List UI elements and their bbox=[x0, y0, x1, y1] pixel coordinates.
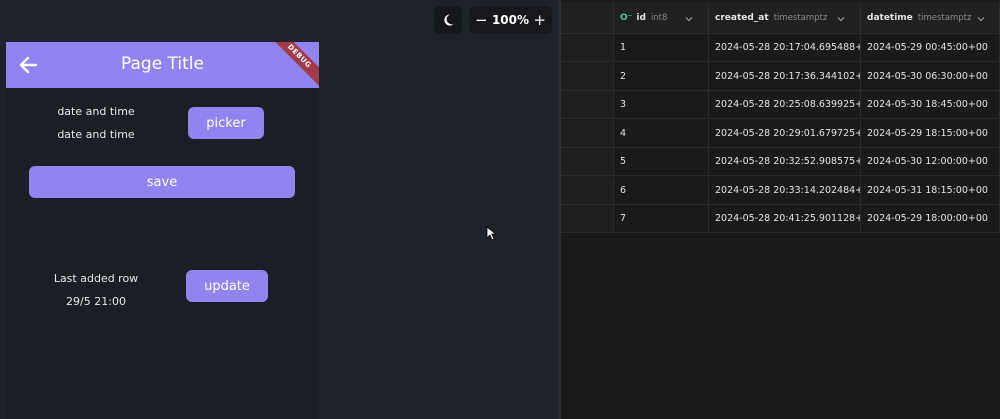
table-row[interactable]: 7 2024-05-28 20:41:25.901128+00 2024-05-29… bbox=[561, 205, 1000, 233]
last-added-value: 29/5 21:00 bbox=[66, 295, 126, 308]
save-button[interactable]: save bbox=[29, 166, 295, 198]
key-icon: O⁻ bbox=[620, 12, 633, 23]
column-header-id[interactable]: O⁻ id int8 bbox=[614, 2, 709, 34]
date-time-label-1: date and time bbox=[57, 105, 135, 118]
row-select-cell[interactable] bbox=[561, 62, 614, 91]
chevron-down-icon[interactable] bbox=[977, 15, 985, 23]
mouse-cursor-icon bbox=[486, 226, 497, 241]
table-cell[interactable]: 2024-05-29 18:15:00+00 bbox=[861, 119, 1000, 148]
zoom-level: 100% bbox=[491, 13, 530, 27]
table-cell[interactable]: 2024-05-28 20:17:04.695488+00 bbox=[709, 34, 861, 62]
table-cell[interactable]: 2024-05-28 20:33:14.202484+00 bbox=[709, 176, 861, 205]
row-select-header[interactable] bbox=[561, 2, 614, 34]
table-cell[interactable]: 2024-05-28 20:29:01.679725+00 bbox=[709, 119, 861, 148]
picker-button[interactable]: picker bbox=[188, 107, 264, 139]
app-preview: Page Title DEBUG date and time date and … bbox=[6, 42, 319, 419]
row-select-cell[interactable] bbox=[561, 176, 614, 205]
table-cell[interactable]: 2024-05-30 06:30:00+00 bbox=[861, 62, 1000, 91]
row-select-cell[interactable] bbox=[561, 91, 614, 119]
update-button[interactable]: update bbox=[186, 270, 268, 302]
zoom-in-button[interactable]: + bbox=[533, 11, 546, 29]
table-editor: O⁻ id int8 created_at timestamptz dateti… bbox=[561, 0, 1000, 419]
table-cell[interactable]: 7 bbox=[614, 205, 709, 233]
table-cell[interactable]: 2024-05-28 20:41:25.901128+00 bbox=[709, 205, 861, 233]
chevron-down-icon[interactable] bbox=[685, 15, 693, 23]
page-title: Page Title bbox=[121, 54, 204, 74]
date-time-label-2: date and time bbox=[57, 128, 135, 141]
zoom-out-button[interactable]: − bbox=[475, 11, 488, 29]
preview-canvas: − 100% + Page Title DEBUG date and time … bbox=[0, 0, 558, 419]
table-cell[interactable]: 6 bbox=[614, 176, 709, 205]
table-cell[interactable]: 4 bbox=[614, 119, 709, 148]
app-bar: Page Title DEBUG bbox=[6, 42, 319, 88]
table-cell[interactable]: 2024-05-31 18:15:00+00 bbox=[861, 176, 1000, 205]
table-cell[interactable]: 2024-05-29 18:00:00+00 bbox=[861, 205, 1000, 233]
zoom-control: − 100% + bbox=[469, 6, 552, 34]
table-row[interactable]: 6 2024-05-28 20:33:14.202484+00 2024-05-31… bbox=[561, 176, 1000, 205]
row-select-cell[interactable] bbox=[561, 34, 614, 62]
table-cell[interactable]: 2024-05-28 20:25:08.639925+00 bbox=[709, 91, 861, 119]
table-row[interactable]: 3 2024-05-28 20:25:08.639925+00 2024-05-30… bbox=[561, 91, 1000, 119]
table-cell[interactable]: 2024-05-28 20:17:36.344102+00 bbox=[709, 62, 861, 91]
last-added-label: Last added row bbox=[53, 272, 139, 285]
table-cell[interactable]: 2024-05-28 20:32:52.908575+00 bbox=[709, 148, 861, 176]
table-row[interactable]: 5 2024-05-28 20:32:52.908575+00 2024-05-30… bbox=[561, 148, 1000, 176]
table-cell[interactable]: 2024-05-30 12:00:00+00 bbox=[861, 148, 1000, 176]
table-cell[interactable]: 1 bbox=[614, 34, 709, 62]
table-cell[interactable]: 2024-05-29 00:45:00+00 bbox=[861, 34, 1000, 62]
table-row[interactable]: 2 2024-05-28 20:17:36.344102+00 2024-05-30… bbox=[561, 62, 1000, 91]
table-cell[interactable]: 5 bbox=[614, 148, 709, 176]
row-select-cell[interactable] bbox=[561, 148, 614, 176]
table-cell[interactable]: 2 bbox=[614, 62, 709, 91]
moon-icon bbox=[444, 14, 454, 26]
chevron-down-icon[interactable] bbox=[837, 15, 845, 23]
row-select-cell[interactable] bbox=[561, 119, 614, 148]
row-select-cell[interactable] bbox=[561, 205, 614, 233]
table-cell[interactable]: 3 bbox=[614, 91, 709, 119]
theme-toggle-button[interactable] bbox=[434, 6, 462, 34]
table-header: O⁻ id int8 created_at timestamptz dateti… bbox=[561, 2, 1000, 34]
table-row[interactable]: 1 2024-05-28 20:17:04.695488+00 2024-05-29… bbox=[561, 34, 1000, 62]
table-cell[interactable]: 2024-05-30 18:45:00+00 bbox=[861, 91, 1000, 119]
table-row[interactable]: 4 2024-05-28 20:29:01.679725+00 2024-05-29… bbox=[561, 119, 1000, 148]
